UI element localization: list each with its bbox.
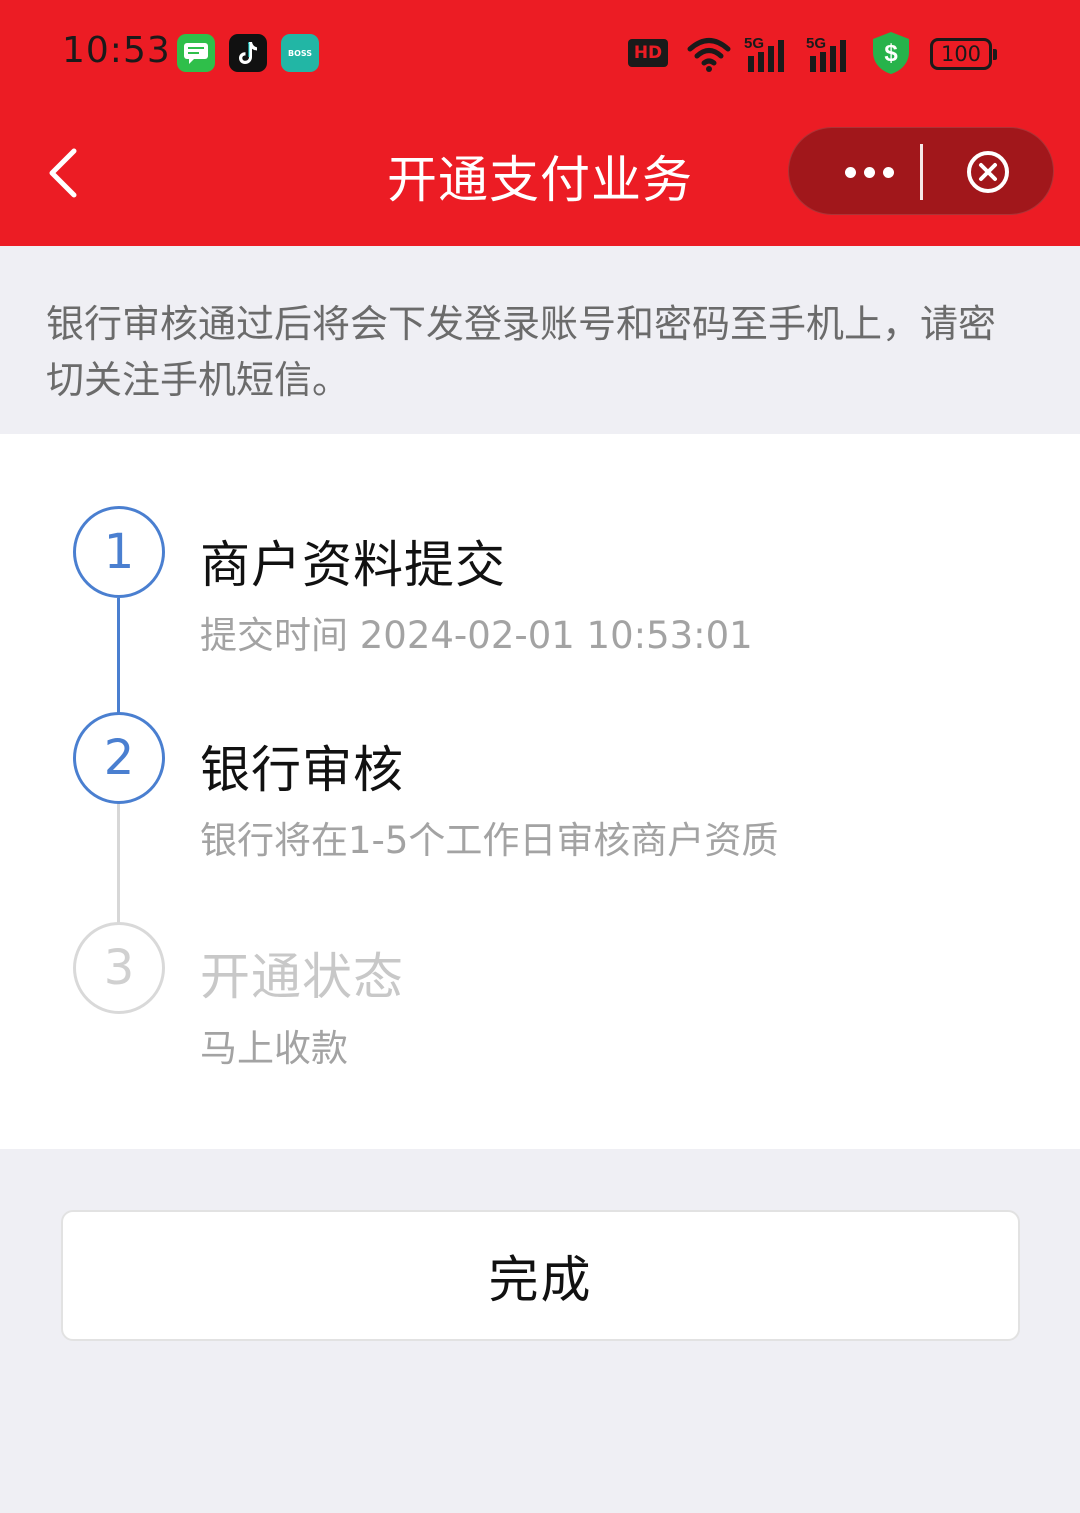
more-button[interactable] bbox=[817, 128, 921, 216]
step-2-title: 银行审核 bbox=[200, 741, 404, 799]
step-3-title: 开通状态 bbox=[200, 948, 404, 1006]
status-time: 10:53 bbox=[62, 30, 171, 71]
wifi-icon bbox=[686, 34, 732, 74]
5g-signal-icon: 5G bbox=[744, 34, 794, 74]
step-1-title: 商户资料提交 bbox=[200, 536, 506, 594]
more-dots-icon bbox=[844, 166, 856, 178]
5g-signal-icon: 5G bbox=[806, 34, 856, 74]
step-connector-1 bbox=[117, 598, 120, 714]
done-button[interactable]: 完成 bbox=[61, 1210, 1020, 1341]
messages-icon bbox=[177, 34, 215, 72]
notice-text: 银行审核通过后将会下发登录账号和密码至手机上，请密切关注手机短信。 bbox=[46, 302, 997, 402]
step-connector-2 bbox=[117, 802, 120, 924]
step-3-desc: 马上收款 bbox=[200, 1027, 348, 1070]
svg-text:$: $ bbox=[884, 40, 898, 67]
step-1-desc: 提交时间 2024-02-01 10:53:01 bbox=[200, 614, 753, 657]
step-1-number: 1 bbox=[73, 506, 165, 598]
hd-icon: HD bbox=[628, 39, 668, 67]
svg-text:5G: 5G bbox=[806, 35, 826, 52]
battery-level: 100 bbox=[940, 41, 982, 66]
close-button[interactable] bbox=[965, 149, 1011, 195]
svg-text:5G: 5G bbox=[744, 35, 764, 52]
battery-icon: 100 bbox=[930, 38, 997, 70]
status-bar: 10:53 BOSS HD 5G 5G $ 100 bbox=[0, 0, 1080, 110]
step-2-desc: 银行将在1-5个工作日审核商户资质 bbox=[200, 819, 779, 862]
boss-app-icon: BOSS bbox=[281, 34, 319, 72]
step-3-number: 3 bbox=[73, 922, 165, 1014]
security-shield-icon: $ bbox=[870, 30, 912, 76]
tiktok-icon bbox=[229, 34, 267, 72]
capsule-divider bbox=[920, 144, 923, 200]
header: 10:53 BOSS HD 5G 5G $ 100 开通支付业务 bbox=[0, 0, 1080, 246]
mini-program-capsule bbox=[788, 127, 1054, 215]
step-2-number: 2 bbox=[73, 712, 165, 804]
close-circle-icon bbox=[967, 151, 1009, 193]
